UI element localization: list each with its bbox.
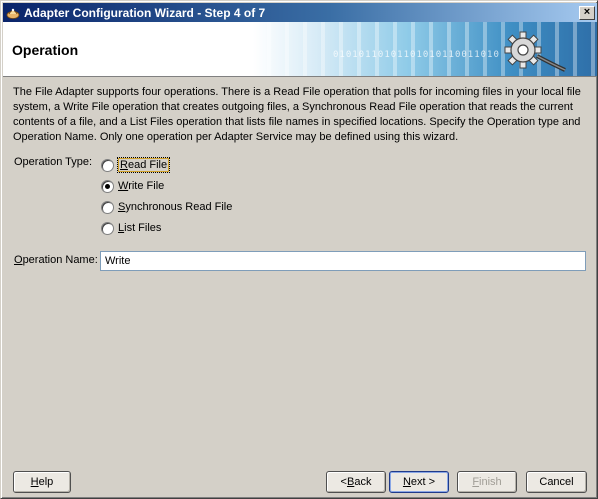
radio-list-files[interactable]: List Files <box>101 220 161 236</box>
operation-name-label: Operation Name: <box>14 254 98 266</box>
radio-button-selected[interactable] <box>101 179 114 193</box>
banner-binary-text: 01010110101101010110011010 <box>333 50 500 60</box>
radio-synchronous-read-file[interactable]: Synchronous Read File <box>101 199 232 215</box>
close-button[interactable]: × <box>579 5 595 20</box>
window-title: Adapter Configuration Wizard - Step 4 of… <box>24 5 266 20</box>
radio-label-list-files: List Files <box>118 222 162 234</box>
operation-name-input[interactable] <box>100 251 586 271</box>
operation-type-label: Operation Type: <box>14 156 93 168</box>
title-bar[interactable]: Adapter Configuration Wizard - Step 4 of… <box>3 3 597 22</box>
radio-label-synchronous-read-file: Synchronous Read File <box>118 201 233 213</box>
gear-plug-icon <box>504 31 566 72</box>
operation-description: The File Adapter supports four operation… <box>13 86 581 143</box>
radio-write-file[interactable]: Write File <box>101 178 164 194</box>
app-icon <box>5 5 21 21</box>
back-button[interactable]: < Back <box>326 471 386 493</box>
close-icon: × <box>583 6 591 18</box>
radio-button[interactable] <box>101 200 114 214</box>
page-title: Operation <box>12 42 79 58</box>
wizard-window: Adapter Configuration Wizard - Step 4 of… <box>0 0 598 499</box>
radio-read-file[interactable]: Read File <box>101 157 171 173</box>
radio-label-write-file: Write File <box>118 180 165 192</box>
radio-label-read-file: Read File <box>116 157 171 173</box>
next-button[interactable]: Next > <box>389 471 449 493</box>
radio-button[interactable] <box>101 158 114 172</box>
radio-button[interactable] <box>101 221 114 235</box>
header-banner: 01010110101101010110011010 Operation <box>3 22 597 77</box>
help-button[interactable]: Help <box>13 471 71 493</box>
cancel-button[interactable]: Cancel <box>526 471 587 493</box>
finish-button[interactable]: Finish <box>457 471 517 493</box>
